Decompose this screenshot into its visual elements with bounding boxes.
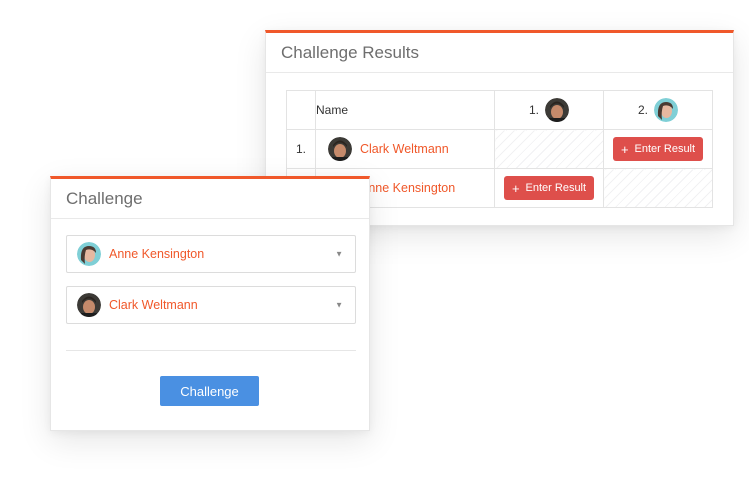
rank-2-column-header: 2.: [603, 90, 713, 130]
enter-result-label: Enter Result: [525, 182, 587, 194]
player-2-select[interactable]: Clark Weltmann ▼: [66, 286, 356, 324]
player-1-select[interactable]: Anne Kensington ▼: [66, 235, 356, 273]
result-cell: + Enter Result: [494, 168, 604, 208]
plus-icon: +: [511, 180, 520, 196]
challenge-panel-title: Challenge: [51, 179, 369, 219]
rank-1-header-label: 1.: [528, 103, 539, 117]
row-rank: 1.: [286, 129, 316, 169]
caret-down-icon: ▼: [335, 300, 343, 310]
result-cell: + Enter Result: [603, 129, 713, 169]
challenge-button[interactable]: Challenge: [160, 376, 259, 406]
stage: Challenge Results Name 1. 2. 1. Clark We…: [0, 0, 749, 501]
woman-avatar-icon: [654, 98, 678, 122]
challenge-panel: Challenge Anne Kensington ▼ Clark Weltma…: [50, 176, 370, 431]
man-avatar-icon: [545, 98, 569, 122]
man-avatar-icon: [77, 293, 101, 317]
woman-avatar-icon: [77, 242, 101, 266]
rank-1-column-header: 1.: [494, 90, 604, 130]
plus-icon: +: [620, 141, 629, 157]
enter-result-button[interactable]: + Enter Result: [612, 137, 704, 161]
divider: [66, 350, 356, 351]
results-panel-title: Challenge Results: [266, 33, 733, 73]
selected-player-name: Anne Kensington: [109, 247, 205, 261]
corner-cell: [286, 90, 316, 130]
caret-down-icon: ▼: [335, 249, 343, 259]
self-match-cell: [494, 129, 604, 169]
player-name-cell: Clark Weltmann: [315, 129, 495, 169]
table-row: 1. Clark Weltmann + Enter Result: [286, 129, 713, 169]
enter-result-label: Enter Result: [634, 143, 696, 155]
table-header-row: Name 1. 2.: [286, 90, 713, 130]
player-name-link[interactable]: Clark Weltmann: [360, 142, 449, 156]
man-avatar-icon: [328, 137, 352, 161]
selected-player-name: Clark Weltmann: [109, 298, 198, 312]
self-match-cell: [603, 168, 713, 208]
rank-2-header-label: 2.: [637, 103, 648, 117]
name-column-header: Name: [315, 90, 495, 130]
player-name-link[interactable]: Anne Kensington: [360, 181, 455, 195]
enter-result-button[interactable]: + Enter Result: [503, 176, 595, 200]
